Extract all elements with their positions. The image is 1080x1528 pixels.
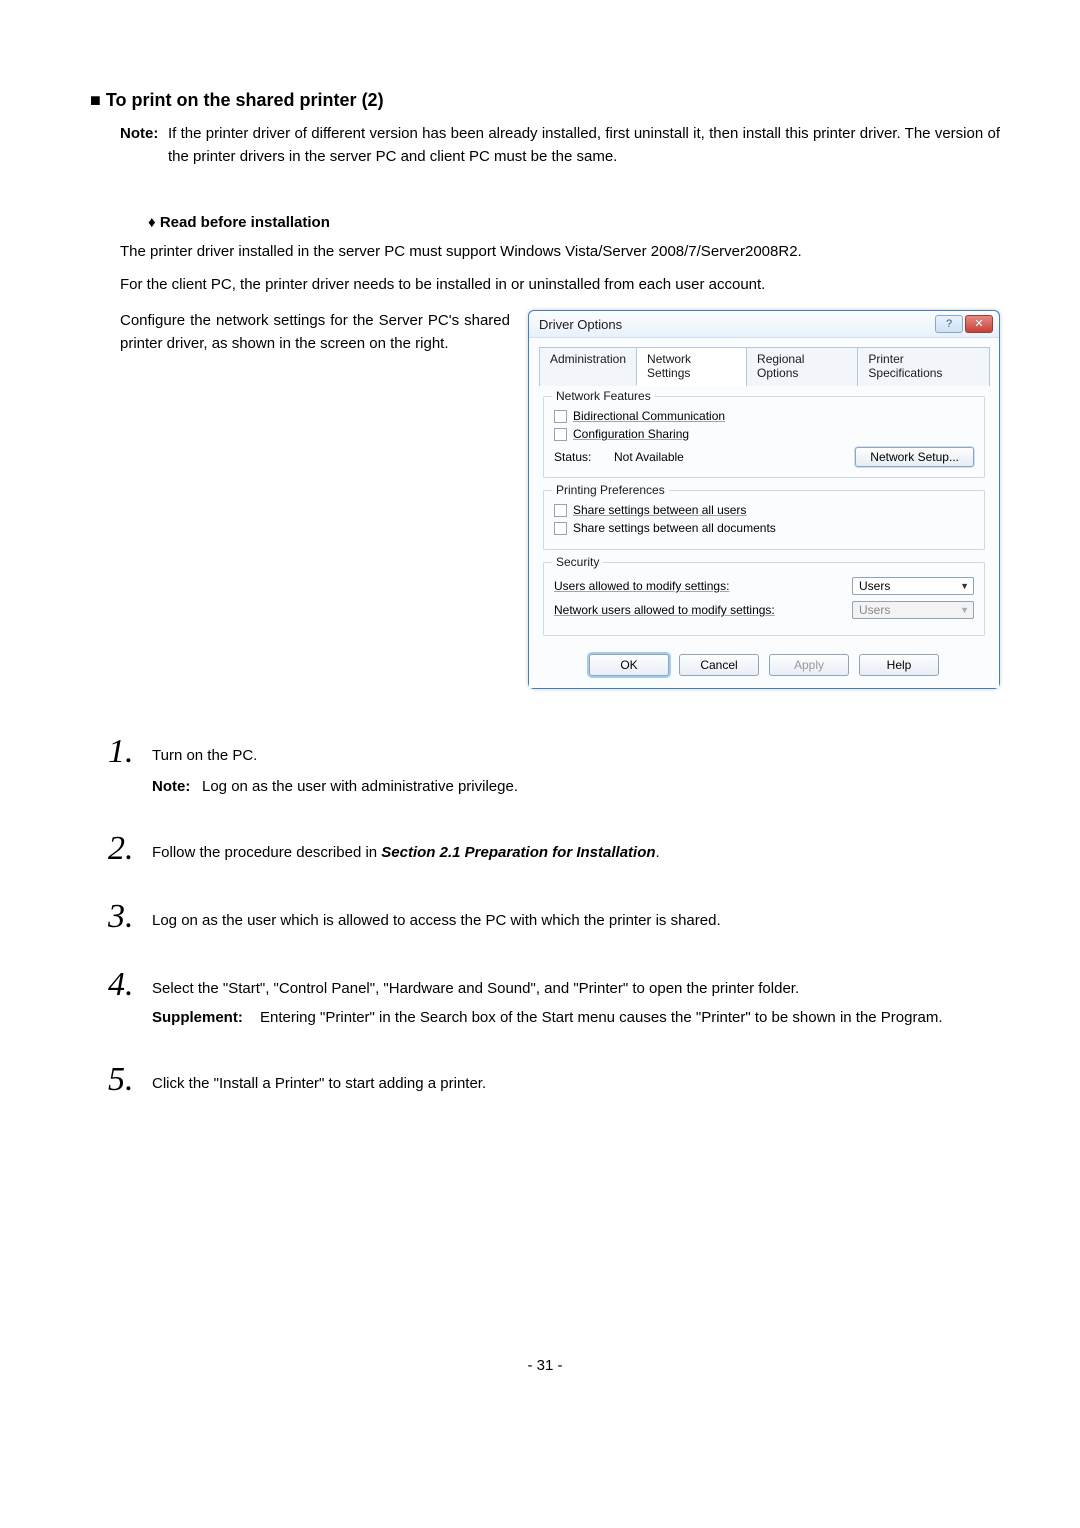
legend-security: Security — [552, 555, 603, 569]
label-network-users-allowed: Network users allowed to modify settings… — [554, 603, 775, 617]
close-icon[interactable]: ✕ — [965, 315, 993, 333]
step-1: 1. Turn on the PC. Note: Log on as the u… — [108, 735, 1000, 798]
note-text: If the printer driver of different versi… — [168, 123, 1000, 168]
sub-bullet: ♦ Read before installation — [148, 214, 1000, 231]
select-users-allowed-value: Users — [859, 579, 890, 593]
dialog-title: Driver Options — [539, 317, 622, 332]
diamond-icon: ♦ — [148, 214, 156, 231]
step-number: 1. — [108, 735, 152, 769]
checkbox-bidirectional[interactable] — [554, 410, 567, 423]
label-config-sharing: Configuration Sharing — [573, 427, 689, 441]
label-users-allowed: Users allowed to modify settings: — [554, 579, 729, 593]
sub-bullet-text: Read before installation — [160, 214, 330, 231]
section-title-text: To print on the shared printer (2) — [106, 90, 384, 110]
status-label: Status: — [554, 450, 600, 464]
driver-options-dialog: Driver Options ? ✕ Administration Networ… — [528, 310, 1000, 689]
step-text: Log on as the user which is allowed to a… — [152, 910, 1000, 933]
select-network-users-allowed-value: Users — [859, 603, 890, 617]
supplement-text: Entering "Printer" in the Search box of … — [260, 1007, 1000, 1030]
dialog-tabs: Administration Network Settings Regional… — [539, 346, 989, 386]
step-number: 2. — [108, 832, 152, 866]
tab-regional-options[interactable]: Regional Options — [746, 347, 858, 386]
label-share-users: Share settings between all users — [573, 503, 746, 517]
tab-network-settings[interactable]: Network Settings — [636, 347, 747, 386]
tab-administration[interactable]: Administration — [539, 347, 637, 386]
step-4: 4. Select the "Start", "Control Panel", … — [108, 968, 1000, 1029]
step-5: 5. Click the "Install a Printer" to star… — [108, 1063, 1000, 1097]
step-number: 4. — [108, 968, 152, 1002]
select-users-allowed[interactable]: Users ▼ — [852, 577, 974, 595]
checkbox-config-sharing[interactable] — [554, 428, 567, 441]
help-button[interactable]: Help — [859, 654, 939, 676]
step-note-text: Log on as the user with administrative p… — [202, 776, 518, 799]
select-network-users-allowed: Users ▼ — [852, 601, 974, 619]
label-share-docs: Share settings between all documents — [573, 521, 776, 535]
dialog-titlebar: Driver Options ? ✕ — [529, 311, 999, 338]
paragraph-1: The printer driver installed in the serv… — [120, 241, 1000, 264]
group-printing-preferences: Printing Preferences Share settings betw… — [543, 490, 985, 550]
step-text: Turn on the PC. — [152, 745, 1000, 768]
section-heading: ■ To print on the shared printer (2) — [90, 90, 1000, 111]
steps-list: 1. Turn on the PC. Note: Log on as the u… — [108, 735, 1000, 1097]
step-number: 3. — [108, 900, 152, 934]
cancel-button[interactable]: Cancel — [679, 654, 759, 676]
note-label: Note: — [120, 123, 168, 168]
tab-printer-specifications[interactable]: Printer Specifications — [857, 347, 990, 386]
document-page: ■ To print on the shared printer (2) Not… — [0, 0, 1080, 1414]
step-number: 5. — [108, 1063, 152, 1097]
dialog-button-row: OK Cancel Apply Help — [539, 648, 989, 678]
help-icon[interactable]: ? — [935, 315, 963, 333]
checkbox-share-docs[interactable] — [554, 522, 567, 535]
step-ref: Section 2.1 Preparation for Installation — [381, 844, 655, 861]
config-instruction: Configure the network settings for the S… — [120, 310, 510, 689]
step-3: 3. Log on as the user which is allowed t… — [108, 900, 1000, 934]
supplement-label: Supplement: — [152, 1007, 260, 1030]
checkbox-share-users[interactable] — [554, 504, 567, 517]
step-note-label: Note: — [152, 776, 202, 799]
network-setup-button[interactable]: Network Setup... — [855, 447, 974, 467]
chevron-down-icon: ▼ — [960, 605, 969, 615]
section-bullet: ■ — [90, 90, 101, 110]
group-security: Security Users allowed to modify setting… — [543, 562, 985, 636]
step-text-suffix: . — [656, 844, 660, 861]
step-2: 2. Follow the procedure described in Sec… — [108, 832, 1000, 866]
chevron-down-icon: ▼ — [960, 581, 969, 591]
paragraph-2: For the client PC, the printer driver ne… — [120, 274, 1000, 297]
step-text-prefix: Follow the procedure described in — [152, 844, 381, 861]
legend-network-features: Network Features — [552, 389, 655, 403]
status-value: Not Available — [614, 450, 841, 464]
step-text: Click the "Install a Printer" to start a… — [152, 1073, 1000, 1096]
apply-button[interactable]: Apply — [769, 654, 849, 676]
group-network-features: Network Features Bidirectional Communica… — [543, 396, 985, 478]
page-number: - 31 - — [90, 1357, 1000, 1374]
ok-button[interactable]: OK — [589, 654, 669, 676]
label-bidirectional: Bidirectional Communication — [573, 409, 725, 423]
step-text: Select the "Start", "Control Panel", "Ha… — [152, 978, 1000, 1001]
legend-printing-preferences: Printing Preferences — [552, 483, 669, 497]
note-block: Note: If the printer driver of different… — [120, 123, 1000, 168]
